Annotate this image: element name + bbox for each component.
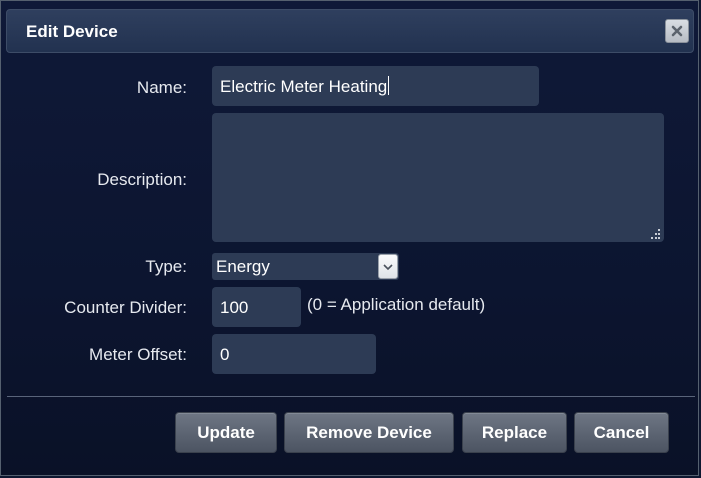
name-label: Name: xyxy=(136,78,187,97)
cancel-button[interactable]: Cancel xyxy=(574,412,669,453)
text-cursor xyxy=(388,76,390,95)
meter-offset-label: Meter Offset: xyxy=(89,345,187,364)
type-dropdown-button[interactable] xyxy=(378,254,398,279)
footer-divider xyxy=(7,396,695,397)
description-label: Description: xyxy=(97,170,187,189)
name-field[interactable]: Electric Meter Heating xyxy=(212,66,539,106)
dialog-title: Edit Device xyxy=(26,22,118,41)
meter-offset-value: 0 xyxy=(220,345,230,364)
description-field[interactable] xyxy=(212,113,664,242)
counter-divider-value: 100 xyxy=(220,298,249,317)
type-value: Energy xyxy=(216,257,270,276)
counter-divider-hint: (0 = Application default) xyxy=(307,295,486,314)
update-button[interactable]: Update xyxy=(175,412,277,453)
type-label: Type: xyxy=(145,257,187,276)
remove-device-button[interactable]: Remove Device xyxy=(284,412,454,453)
name-value: Electric Meter Heating xyxy=(220,77,388,96)
replace-button[interactable]: Replace xyxy=(462,412,567,453)
close-icon xyxy=(671,25,683,37)
counter-divider-label: Counter Divider: xyxy=(64,298,187,317)
dialog-titlebar[interactable]: Edit Device xyxy=(6,9,694,53)
resize-grip-icon[interactable] xyxy=(650,229,660,239)
counter-divider-field[interactable]: 100 xyxy=(212,287,301,327)
close-button[interactable] xyxy=(665,19,689,43)
meter-offset-field[interactable]: 0 xyxy=(212,334,376,374)
edit-device-dialog: Edit Device Name: Electric Meter Heating… xyxy=(0,0,699,476)
chevron-down-icon xyxy=(383,258,393,276)
type-select[interactable]: Energy xyxy=(212,253,399,280)
